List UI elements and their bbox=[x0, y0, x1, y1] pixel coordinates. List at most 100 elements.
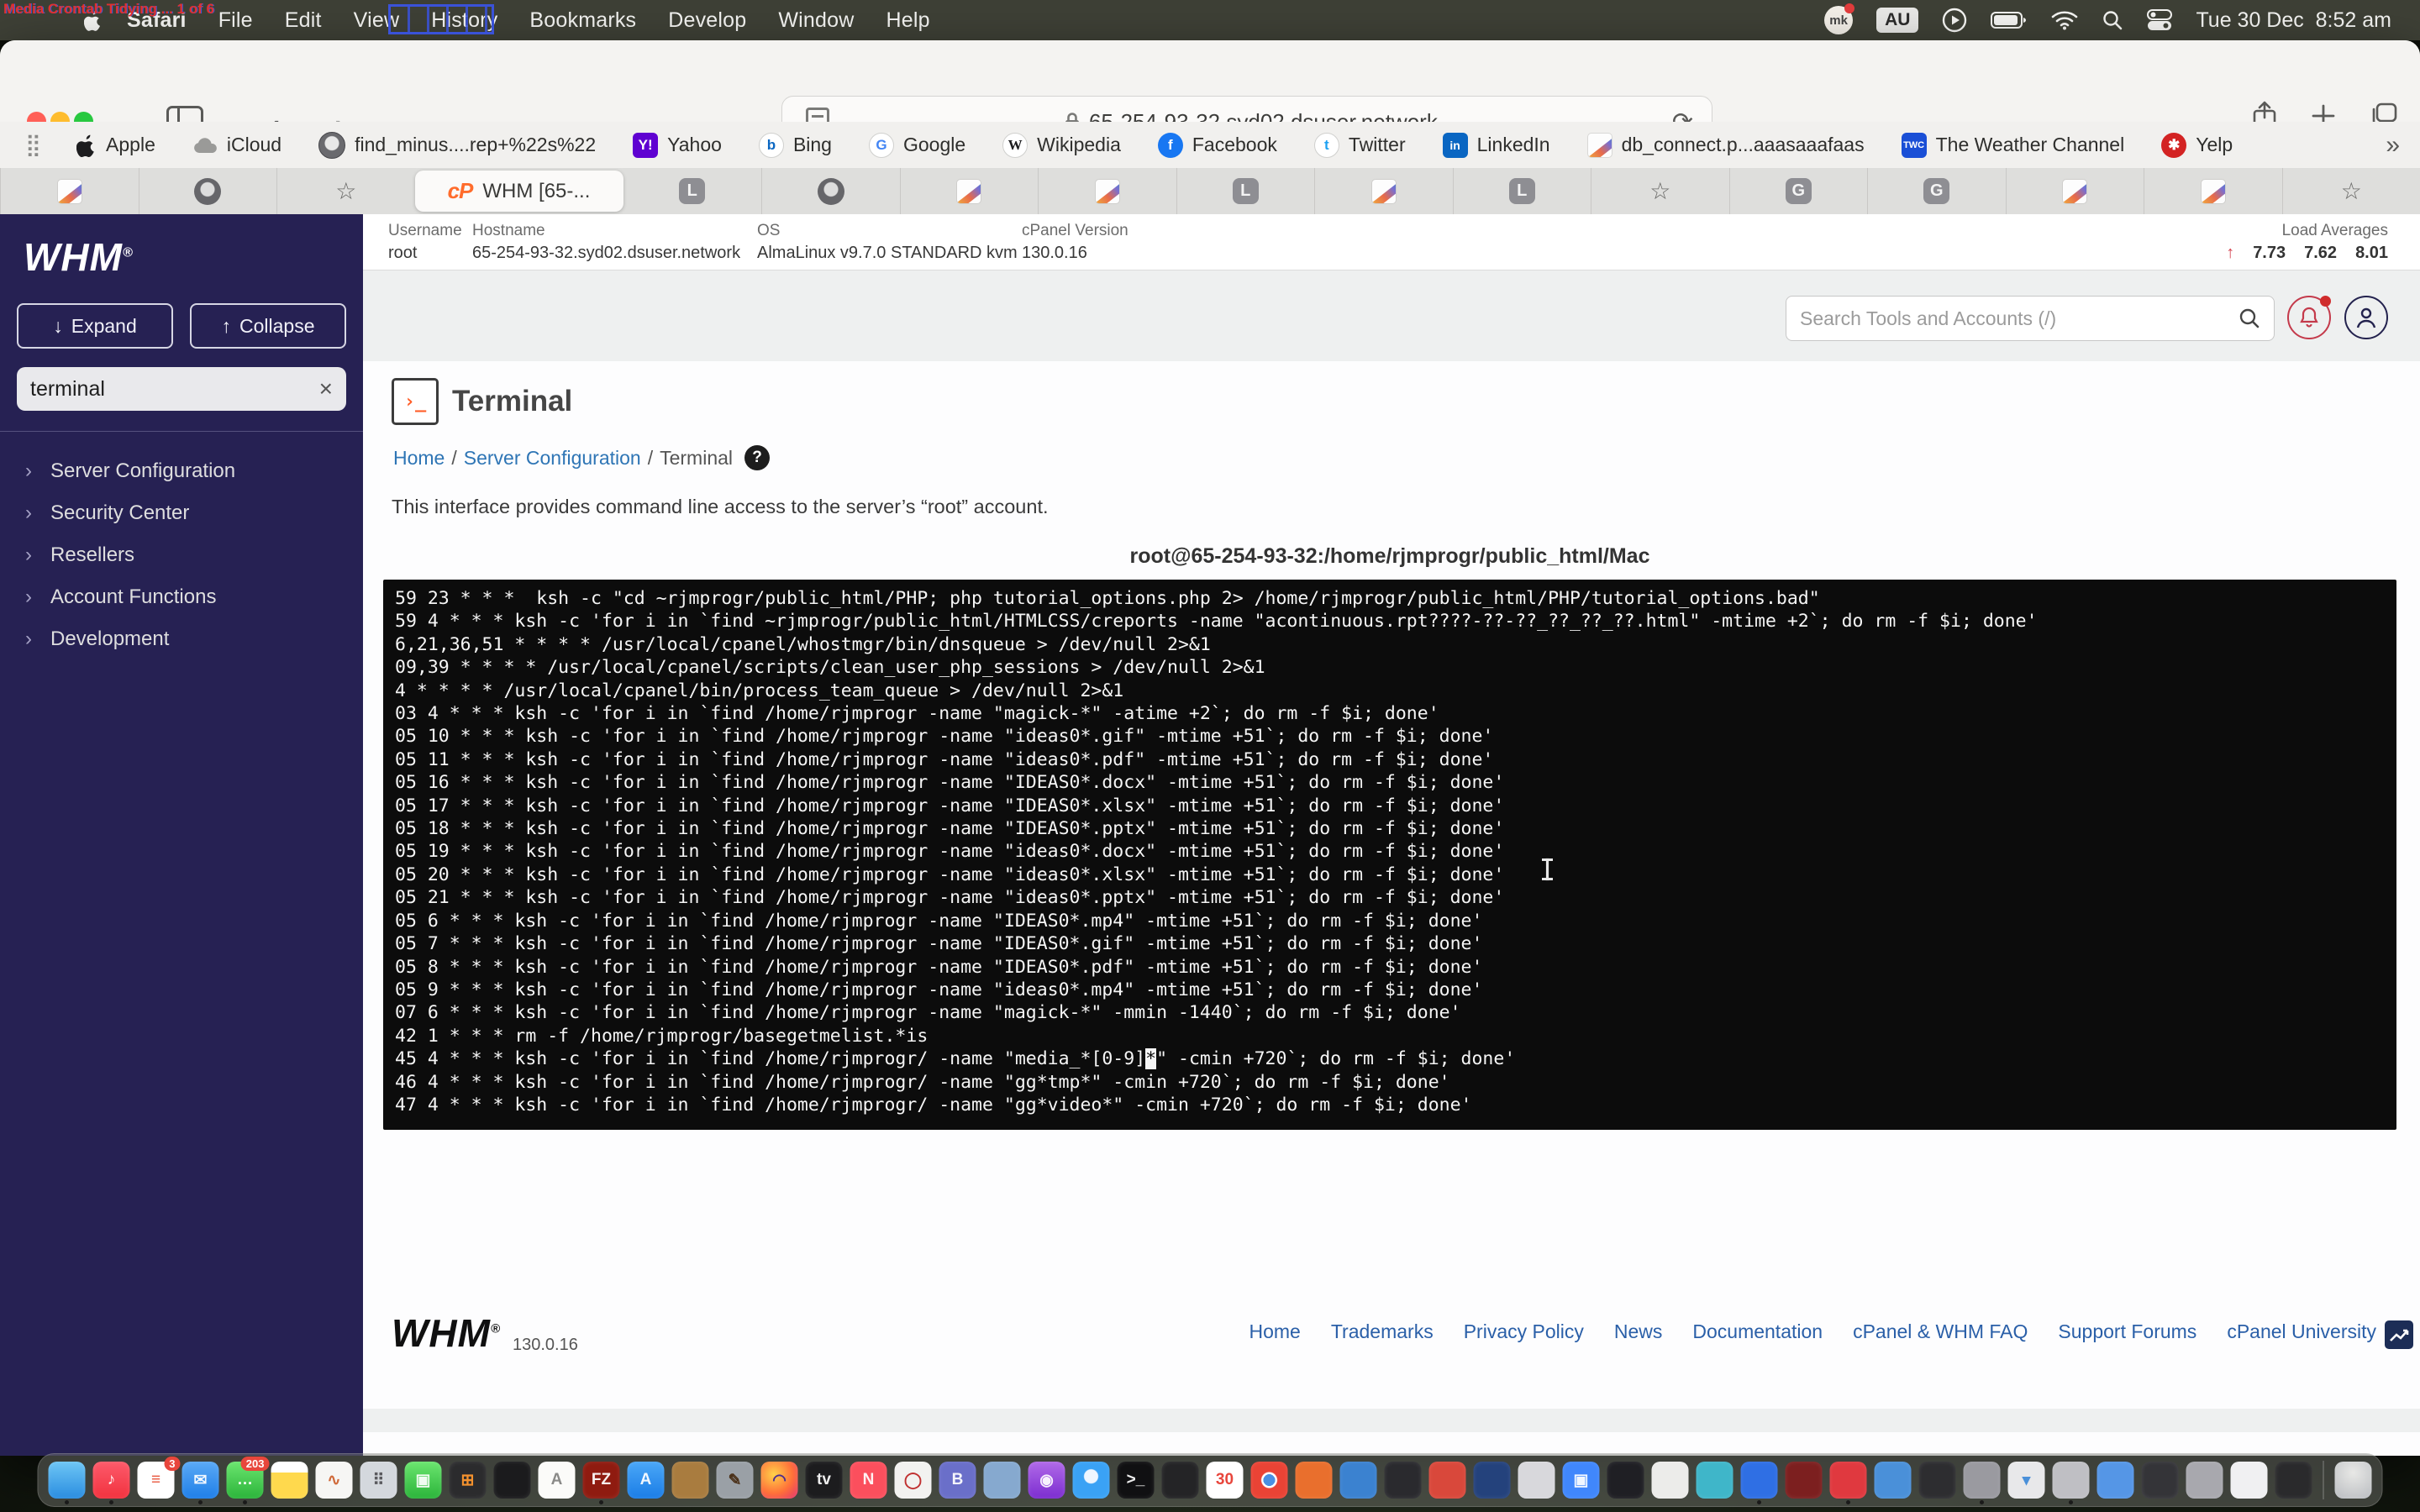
terminal-output[interactable]: 59 23 * * * ksh -c "cd ~rjmprogr/public_… bbox=[383, 580, 2396, 1130]
browser-tab[interactable] bbox=[2006, 168, 2144, 214]
browser-tab[interactable] bbox=[1038, 168, 1176, 214]
footer-link[interactable]: News bbox=[1614, 1320, 1663, 1343]
dock-icon[interactable] bbox=[2053, 1462, 2090, 1499]
dock-icon[interactable] bbox=[1385, 1462, 1422, 1499]
dock-icon[interactable] bbox=[271, 1462, 308, 1499]
dock-icon[interactable] bbox=[1162, 1462, 1199, 1499]
dock-icon[interactable] bbox=[1830, 1462, 1867, 1499]
bookmark-apple[interactable]: Apple bbox=[76, 134, 155, 157]
help-icon[interactable]: ? bbox=[744, 445, 770, 470]
tools-search-input[interactable] bbox=[1800, 307, 2238, 330]
browser-tab[interactable]: ☆ bbox=[1591, 168, 1729, 214]
bookmark-linkedin[interactable]: in LinkedIn bbox=[1443, 133, 1550, 158]
dock-icon[interactable] bbox=[2231, 1462, 2268, 1499]
dock-icon[interactable] bbox=[984, 1462, 1021, 1499]
bookmark-weather-channel[interactable]: TWC The Weather Channel bbox=[1902, 133, 2125, 158]
footer-link[interactable]: cPanel University bbox=[2227, 1320, 2376, 1343]
dock-icon[interactable]: ♪ bbox=[93, 1462, 130, 1499]
menu-edit[interactable]: Edit bbox=[269, 8, 338, 33]
bookmark-db-connect[interactable]: db_connect.p...aaasaaafaas bbox=[1587, 133, 1865, 158]
sidebar-nav-item[interactable]: › Server Configuration bbox=[0, 450, 363, 492]
dock-icon[interactable] bbox=[1652, 1462, 1689, 1499]
dock-icon[interactable] bbox=[1875, 1462, 1912, 1499]
dock-icon[interactable]: ▣ bbox=[405, 1462, 442, 1499]
account-button[interactable] bbox=[2344, 296, 2388, 339]
breadcrumb-section-link[interactable]: Server Configuration bbox=[464, 447, 641, 470]
browser-tab[interactable]: ☆ bbox=[2282, 168, 2420, 214]
dock-icon[interactable]: A bbox=[628, 1462, 665, 1499]
dock-icon[interactable] bbox=[1741, 1462, 1778, 1499]
dock-icon[interactable]: ◯ bbox=[895, 1462, 932, 1499]
collapse-button[interactable]: ↑Collapse bbox=[190, 303, 346, 349]
bookmark-yahoo[interactable]: Y! Yahoo bbox=[633, 133, 722, 158]
dock-icon[interactable] bbox=[1786, 1462, 1823, 1499]
dock-icon[interactable]: ∿ bbox=[316, 1462, 353, 1499]
dock-icon[interactable] bbox=[1919, 1462, 1956, 1499]
footer-link[interactable]: Home bbox=[1249, 1320, 1301, 1343]
bookmark-find-minus[interactable]: find_minus....rep+%22s%22 bbox=[318, 132, 596, 159]
menubar-app-icon[interactable]: mk bbox=[1824, 6, 1853, 34]
footer-link[interactable]: Trademarks bbox=[1331, 1320, 1434, 1343]
menu-window[interactable]: Window bbox=[762, 8, 870, 33]
browser-tab[interactable] bbox=[1314, 168, 1453, 214]
sidebar-search-input[interactable] bbox=[30, 377, 319, 402]
footer-link[interactable]: cPanel & WHM FAQ bbox=[1853, 1320, 2028, 1343]
browser-tab[interactable] bbox=[0, 168, 139, 214]
menu-bookmarks[interactable]: Bookmarks bbox=[513, 8, 652, 33]
wifi-icon[interactable] bbox=[2051, 10, 2078, 30]
footer-link[interactable]: Privacy Policy bbox=[1464, 1320, 1584, 1343]
browser-tab[interactable]: L bbox=[1453, 168, 1591, 214]
dock-icon[interactable] bbox=[49, 1462, 86, 1499]
browser-tab[interactable] bbox=[139, 168, 277, 214]
dock-icon[interactable]: ≡ 3 bbox=[138, 1462, 175, 1499]
analytics-icon[interactable] bbox=[2385, 1320, 2413, 1353]
notifications-button[interactable] bbox=[2287, 296, 2331, 339]
dock-icon[interactable]: ✎ bbox=[717, 1462, 754, 1499]
dock-icon[interactable] bbox=[1697, 1462, 1733, 1499]
dock-icon[interactable] bbox=[1474, 1462, 1511, 1499]
dock-icon[interactable] bbox=[1251, 1462, 1288, 1499]
control-center-icon[interactable] bbox=[2147, 9, 2172, 31]
clear-search-icon[interactable]: × bbox=[319, 375, 333, 402]
favorites-grid-icon[interactable]: ⣿ bbox=[25, 132, 39, 158]
footer-link[interactable]: Documentation bbox=[1692, 1320, 1823, 1343]
dock-icon[interactable] bbox=[1518, 1462, 1555, 1499]
dock-icon[interactable] bbox=[2275, 1462, 2312, 1499]
spotlight-icon[interactable] bbox=[2102, 9, 2123, 31]
dock-icon[interactable]: N bbox=[850, 1462, 887, 1499]
footer-link[interactable]: Support Forums bbox=[2058, 1320, 2196, 1343]
dock-icon[interactable]: A bbox=[539, 1462, 576, 1499]
bookmark-yelp[interactable]: ✱ Yelp bbox=[2161, 133, 2233, 158]
expand-button[interactable]: ↓Expand bbox=[17, 303, 173, 349]
bookmark-facebook[interactable]: f Facebook bbox=[1158, 133, 1277, 158]
browser-tab[interactable]: G bbox=[1867, 168, 2006, 214]
bookmarks-overflow-icon[interactable]: » bbox=[2386, 131, 2400, 160]
dock-icon[interactable] bbox=[672, 1462, 709, 1499]
dock-icon[interactable]: ▣ bbox=[1563, 1462, 1600, 1499]
sidebar-nav-item[interactable]: › Security Center bbox=[0, 492, 363, 534]
input-source-badge[interactable]: AU bbox=[1876, 8, 1918, 33]
breadcrumb-home-link[interactable]: Home bbox=[393, 447, 445, 470]
dock-icon[interactable] bbox=[2186, 1462, 2223, 1499]
browser-tab[interactable]: G bbox=[1729, 168, 1868, 214]
menubar-clock[interactable]: Tue 30 Dec 8:52 am bbox=[2196, 8, 2391, 33]
browser-tab[interactable] bbox=[761, 168, 900, 214]
browser-tab[interactable] bbox=[2144, 168, 2282, 214]
browser-tab[interactable]: L bbox=[623, 168, 762, 214]
dock-icon[interactable]: … 203 bbox=[227, 1462, 264, 1499]
dock-icon[interactable]: >_ bbox=[1118, 1462, 1155, 1499]
dock-icon[interactable]: ✉ bbox=[182, 1462, 219, 1499]
sidebar-nav-item[interactable]: › Account Functions bbox=[0, 576, 363, 618]
dock-icon[interactable] bbox=[1607, 1462, 1644, 1499]
now-playing-icon[interactable] bbox=[1942, 8, 1967, 33]
dock-icon[interactable] bbox=[1340, 1462, 1377, 1499]
dock-icon[interactable]: ▾ bbox=[2008, 1462, 2045, 1499]
dock-icon[interactable] bbox=[2097, 1462, 2134, 1499]
sidebar-nav-item[interactable]: › Development bbox=[0, 618, 363, 660]
browser-tab[interactable]: L bbox=[1176, 168, 1315, 214]
dock-icon[interactable] bbox=[1964, 1462, 2001, 1499]
dock-icon[interactable]: ⊞ bbox=[450, 1462, 487, 1499]
browser-tab[interactable]: cP WHM [65-... bbox=[415, 171, 623, 212]
dock-icon[interactable] bbox=[2142, 1462, 2179, 1499]
dock-icon[interactable]: B bbox=[939, 1462, 976, 1499]
